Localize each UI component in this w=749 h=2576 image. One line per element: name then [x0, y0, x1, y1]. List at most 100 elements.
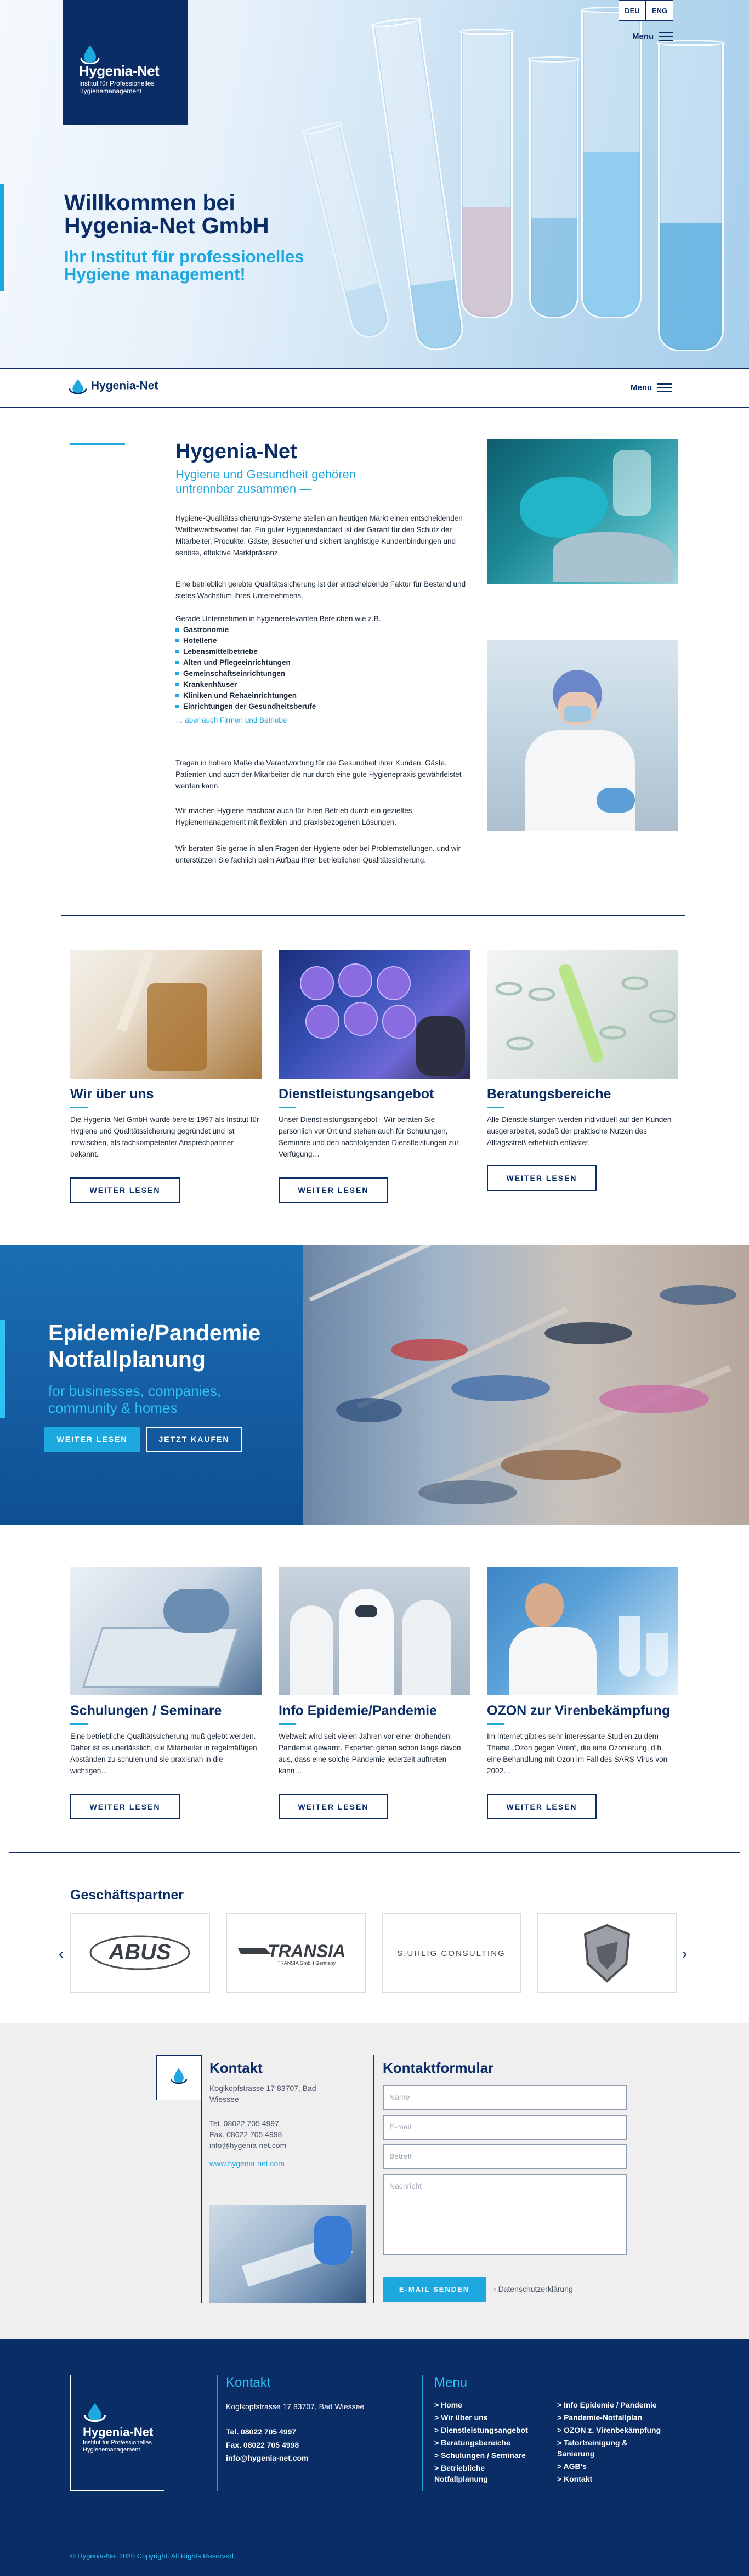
footer-link-crime-scene[interactable]: > Tatortreinigung &	[557, 2437, 678, 2448]
brand-logo[interactable]: Hygenia-Net Institut für Professionelles…	[63, 0, 188, 125]
brand-tagline-2: Hygienemanagement	[79, 87, 142, 95]
contact-logo-badge	[156, 2055, 201, 2100]
card-title: Schulungen / Seminare	[70, 1703, 222, 1718]
epidemic-title-line2: Notfallplanung	[48, 1346, 206, 1372]
intro-paragraph-2: Eine betrieblich gelebte Qualitätssicher…	[175, 580, 466, 600]
epidemic-banner: Epidemie/Pandemie Notfallplanung for bus…	[0, 1245, 749, 1525]
read-more-button[interactable]: WEITER LESEN	[70, 1794, 180, 1819]
footer-menu-title: Menu	[434, 2375, 468, 2390]
card-title: Beratungsbereiche	[487, 1086, 611, 1102]
footer-contact-title: Kontakt	[226, 2375, 271, 2390]
site-footer: Hygenia-Net Institut für Professionelles…	[0, 2339, 749, 2576]
footer-link-ozone[interactable]: > OZON z. Virenbekämpfung	[557, 2425, 678, 2436]
crowd-image	[303, 1245, 749, 1525]
buy-now-button[interactable]: JETZT KAUFEN	[146, 1427, 242, 1452]
footer-link-contact[interactable]: > Kontakt	[557, 2473, 678, 2484]
intro-accent-rule	[70, 443, 125, 445]
drop-icon	[79, 44, 100, 65]
footer-brand-tagline-2: Hygienemanagement	[83, 2447, 140, 2453]
footer-link-services[interactable]: > Dienstleistungsangebot	[434, 2425, 549, 2436]
scientist-image	[487, 1567, 678, 1695]
hero-title-line1: Willkommen bei	[64, 190, 235, 215]
card-rule	[70, 1107, 88, 1108]
footer-link-emergency-cont[interactable]: Notfallplanung	[434, 2473, 549, 2484]
footer-address: Koglkopfstrasse 17 83707, Bad Wiessee	[226, 2402, 365, 2411]
list-item: Krankenhäuser	[175, 679, 450, 690]
sticky-navbar: Hygenia-Net Menu	[0, 368, 749, 408]
contact-email-link[interactable]: info@hygenia-net.com	[209, 2140, 286, 2151]
footer-link-consulting[interactable]: > Beratungsbereiche	[434, 2437, 549, 2448]
footer-logo[interactable]: Hygenia-Net Institut für Professionelles…	[70, 2375, 164, 2491]
read-more-button[interactable]: WEITER LESEN	[279, 1794, 388, 1819]
lang-en-button[interactable]: ENG	[646, 0, 673, 21]
send-email-button[interactable]: E-MAIL SENDEN	[383, 2277, 486, 2302]
read-more-button[interactable]: WEITER LESEN	[487, 1165, 597, 1191]
list-item: Lebensmittelbetriebe	[175, 646, 450, 657]
name-field[interactable]: Name	[383, 2085, 627, 2110]
footer-brand-tagline-1: Institut für Professionelles	[83, 2439, 152, 2446]
footer-link-agb[interactable]: > AGB's	[557, 2461, 678, 2472]
epidemic-read-more-button[interactable]: WEITER LESEN	[44, 1427, 140, 1452]
test-tubes-image	[487, 950, 678, 1079]
card-title: OZON zur Virenbekämpfung	[487, 1703, 671, 1718]
brand-tagline-1: Institut für Professionelles	[79, 80, 155, 87]
footer-email-link[interactable]: info@hygenia-net.com	[226, 2452, 309, 2464]
email-field[interactable]: E-mail	[383, 2115, 627, 2140]
read-more-button[interactable]: WEITER LESEN	[487, 1794, 597, 1819]
lang-de-button[interactable]: DEU	[619, 0, 646, 21]
contact-website-link[interactable]: www.hygenia-net.com	[209, 2158, 285, 2169]
epidemic-title-line1: Epidemie/Pandemie	[48, 1320, 261, 1345]
list-item: Gemeinschaftseinrichtungen	[175, 668, 450, 679]
card-text: Im Internet gibt es sehr interessante St…	[487, 1732, 668, 1775]
carousel-next-icon[interactable]: ›	[682, 1945, 687, 1963]
subject-field[interactable]: Betreff	[383, 2144, 627, 2169]
partner-logo-transia[interactable]: TRANSIA TRANSIA GmbH Germany	[226, 1913, 366, 1993]
card-rule	[70, 1723, 88, 1725]
partners-title: Geschäftspartner	[70, 1887, 184, 1903]
card-title: Wir über uns	[70, 1086, 154, 1102]
footer-menu-col-2: > Info Epidemie / Pandemie > Pandemie-No…	[557, 2399, 678, 2486]
carousel-prev-icon[interactable]: ‹	[59, 1945, 64, 1963]
card-title: Dienstleistungsangebot	[279, 1086, 434, 1102]
brand-name: Hygenia-Net	[79, 63, 160, 79]
list-item: Hotellerie	[175, 635, 450, 646]
privacy-link[interactable]: › Datenschutzerklärung	[493, 2285, 573, 2293]
epidemic-subtitle: for businesses, companies, community & h…	[48, 1383, 222, 1416]
intro-subtitle: Hygiene und Gesundheit gehören untrennba…	[175, 467, 356, 495]
intro-more-link[interactable]: … aber auch Firmen und Betriebe	[175, 714, 469, 726]
message-field[interactable]: Nachricht	[383, 2174, 627, 2255]
partner-logo-text: S.UHLIG CONSULTING	[397, 1949, 505, 1958]
footer-link-crime-scene-cont[interactable]: Sanierung	[557, 2448, 678, 2459]
footer-menu-col-1: > Home > Wir über uns > Dienstleistungsa…	[434, 2399, 549, 2486]
hero-title-line2: Hygenia-Net GmbH	[64, 213, 269, 238]
footer-link-pandemic-plan[interactable]: > Pandemie-Notfallplan	[557, 2412, 678, 2423]
contact-title: Kontakt	[209, 2060, 263, 2076]
contact-form-title: Kontaktformular	[383, 2060, 494, 2076]
partner-logo-uhlig[interactable]: S.UHLIG CONSULTING	[382, 1913, 521, 1993]
menu-button[interactable]: Menu	[632, 32, 674, 42]
hero-section: Hygenia-Net Institut für Professionelles…	[0, 0, 749, 368]
lab-pipette-image	[70, 950, 262, 1079]
card-rule	[487, 1723, 504, 1725]
contact-fax: Fax. 08022 705 4998	[209, 2130, 282, 2139]
footer-link-about[interactable]: > Wir über uns	[434, 2412, 549, 2423]
form-vertical-rule	[373, 2055, 374, 2303]
card-text: Weltweit wird seit vielen Jahren vor ein…	[279, 1732, 461, 1775]
navbar-menu-button[interactable]: Menu	[631, 383, 672, 393]
footer-link-emergency[interactable]: > Betriebliche	[434, 2462, 549, 2473]
hero-accent-bar	[0, 184, 4, 291]
card-text: Die Hygenia-Net GmbH wurde bereits 1997 …	[70, 1115, 259, 1158]
hamburger-icon	[659, 32, 674, 42]
read-more-button[interactable]: WEITER LESEN	[70, 1177, 180, 1203]
footer-link-epidemic-info[interactable]: > Info Epidemie / Pandemie	[557, 2399, 678, 2410]
partner-logo-abus[interactable]: ABUS	[70, 1913, 210, 1993]
epidemic-accent-bar	[0, 1320, 5, 1418]
navbar-logo[interactable]: Hygenia-Net	[68, 378, 158, 394]
read-more-button[interactable]: WEITER LESEN	[279, 1177, 388, 1203]
footer-link-home[interactable]: > Home	[434, 2399, 549, 2410]
footer-link-training[interactable]: > Schulungen / Seminare	[434, 2450, 549, 2461]
menu-label: Menu	[632, 32, 654, 41]
petri-dish-image	[279, 950, 470, 1079]
laptop-training-image	[70, 1567, 262, 1695]
partner-logo-shield[interactable]	[537, 1913, 677, 1993]
